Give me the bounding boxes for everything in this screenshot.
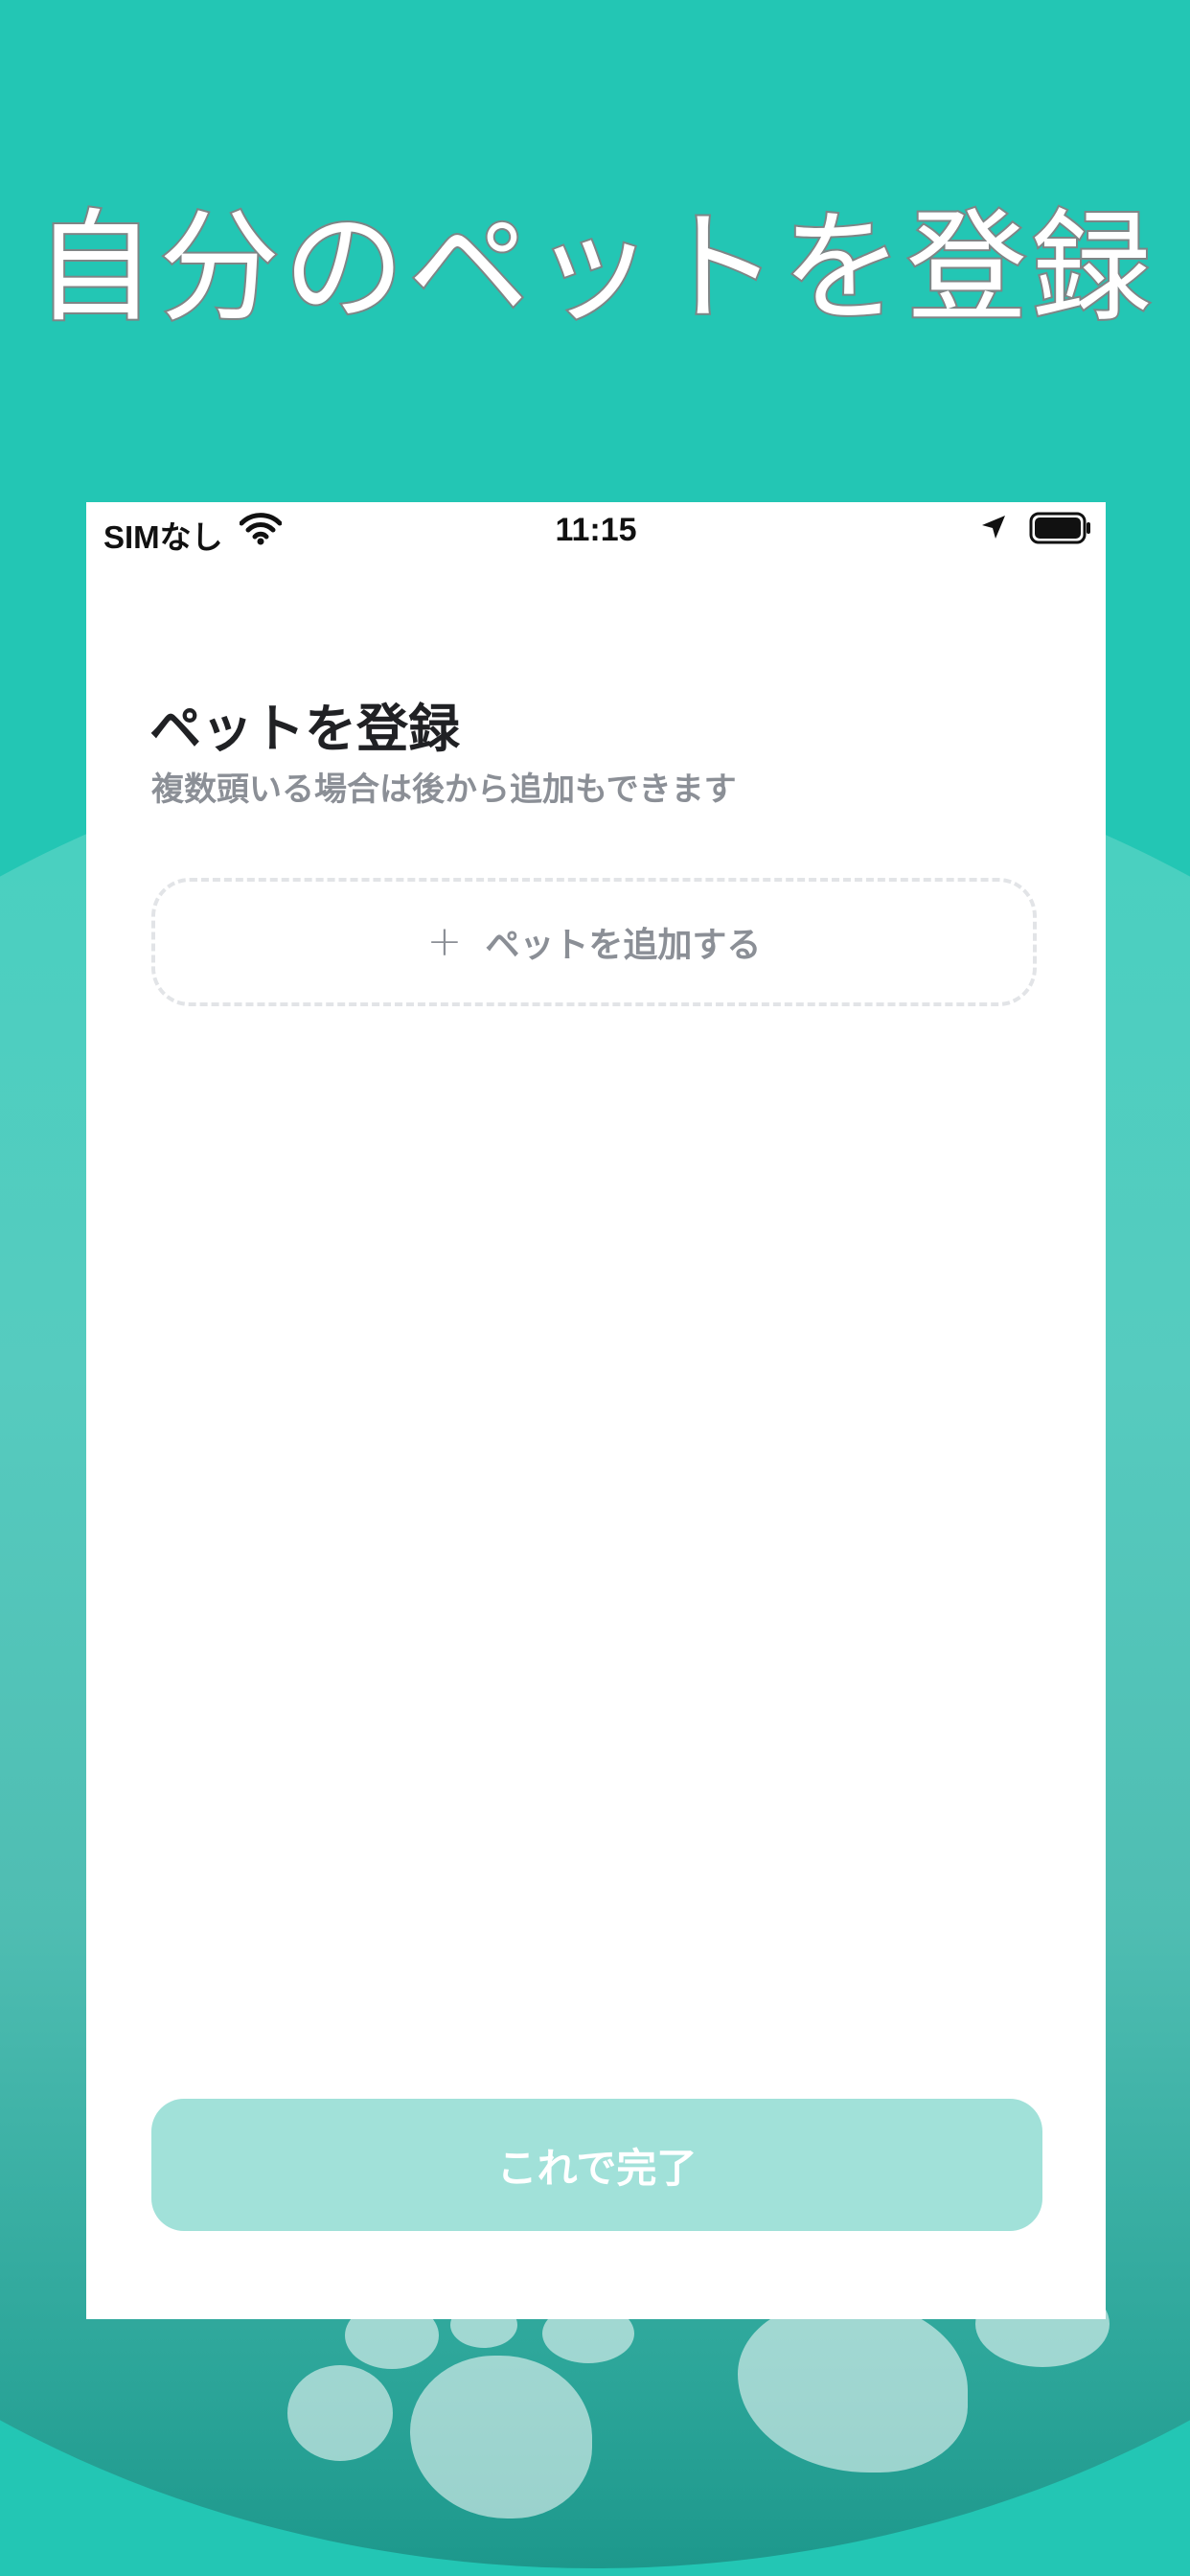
done-button-label: これで完了	[496, 2144, 698, 2192]
add-pet-label: ペットを追加する	[485, 926, 762, 965]
plus-icon: +	[426, 917, 463, 966]
add-pet-button[interactable]: + ペットを追加する	[151, 878, 1037, 1006]
page-title: ペットを登録	[149, 699, 460, 759]
location-arrow-icon	[979, 513, 1008, 546]
marketing-headline: 自分のペットを登録	[33, 196, 1156, 340]
done-button[interactable]: これで完了	[151, 2099, 1042, 2231]
app-store-screenshot: 自分のペットを登録 SIMなし 11:15 ペットを登録 複数頭いる場合は後から…	[0, 0, 1190, 2576]
status-bar: SIMなし 11:15	[86, 502, 1106, 560]
battery-icon	[1029, 512, 1092, 549]
page-subtitle: 複数頭いる場合は後から追加もできます	[151, 770, 737, 809]
status-time: 11:15	[555, 512, 637, 548]
phone-screen: SIMなし 11:15 ペットを登録 複数頭いる場合は後から追加もできます + …	[86, 502, 1106, 2319]
